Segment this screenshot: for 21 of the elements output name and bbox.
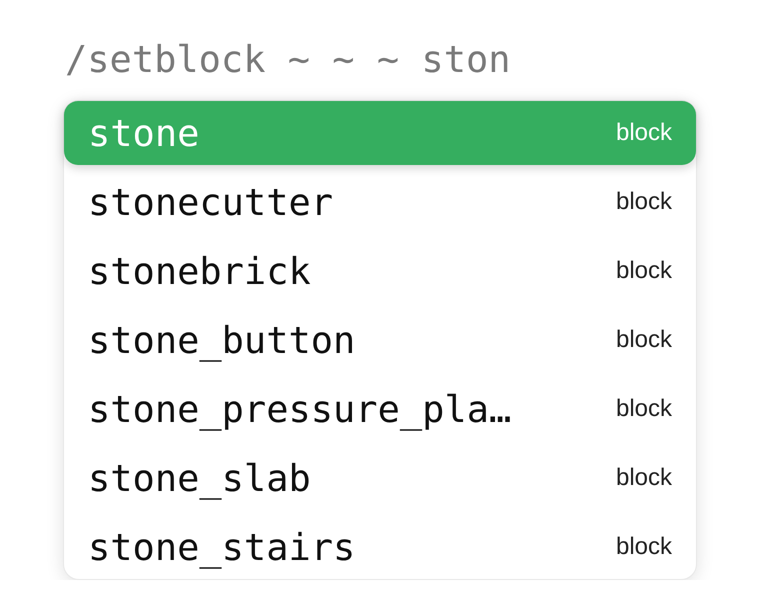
suggestion-item[interactable]: stonebrick block <box>64 239 696 303</box>
suggestion-name: stone_stairs <box>88 526 356 568</box>
suggestion-item[interactable]: stone_stairs block <box>64 515 696 579</box>
suggestion-item[interactable]: stone_pressure_pla… block <box>64 377 696 441</box>
command-text[interactable]: /setblock ~ ~ ~ ston <box>63 36 697 84</box>
suggestion-name: stone_pressure_pla… <box>88 388 512 430</box>
suggestion-item[interactable]: stone_slab block <box>64 446 696 510</box>
suggestion-type: block <box>616 257 672 285</box>
suggestion-type: block <box>616 326 672 354</box>
suggestion-type: block <box>616 395 672 423</box>
suggestion-name: stone_button <box>88 318 356 362</box>
suggestion-type: block <box>616 464 672 492</box>
suggestion-name: stonebrick <box>88 250 311 292</box>
suggestion-item[interactable]: stone_button block <box>64 308 696 372</box>
suggestion-name: stone <box>88 112 200 154</box>
suggestion-name: stonecutter <box>88 180 334 224</box>
suggestion-item[interactable]: stonecutter block <box>64 170 696 234</box>
suggestion-type: block <box>616 533 672 561</box>
suggestion-type: block <box>616 119 672 147</box>
suggestion-type: block <box>616 188 672 216</box>
suggestion-name: stone_slab <box>88 456 311 500</box>
